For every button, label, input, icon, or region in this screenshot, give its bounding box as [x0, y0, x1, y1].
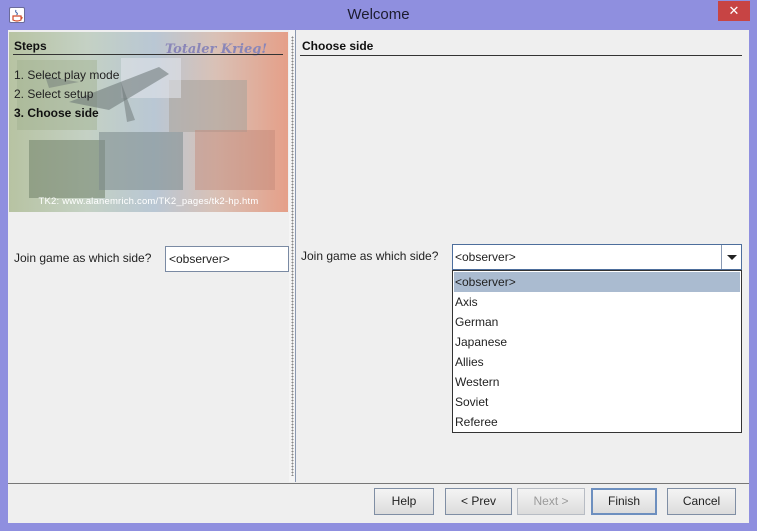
steps-divider: [13, 54, 283, 55]
side-option[interactable]: <observer>: [454, 272, 740, 292]
window-title: Welcome: [347, 6, 410, 23]
join-side-label: Join game as which side?: [301, 249, 439, 263]
side-option[interactable]: Japanese: [454, 332, 740, 352]
side-option[interactable]: Western: [454, 372, 740, 392]
dialog-window: Welcome ✕ Steps Totaler Krieg! 1. Select…: [0, 0, 757, 531]
side-option[interactable]: Referee: [454, 412, 740, 432]
side-dropdown-list[interactable]: <observer> Axis German Japanese Allies W…: [452, 270, 742, 433]
banner-caption: TK2: www.alanemrich.com/TK2_pages/tk2-hp…: [38, 196, 259, 207]
side-option[interactable]: Axis: [454, 292, 740, 312]
step-select-play-mode: 1. Select play mode: [14, 68, 120, 82]
help-button[interactable]: Help: [374, 488, 434, 515]
choose-side-divider: [300, 55, 742, 56]
side-option[interactable]: German: [454, 312, 740, 332]
title-bar[interactable]: Welcome ✕: [0, 0, 757, 30]
next-button[interactable]: Next >: [517, 488, 585, 515]
steps-title: Steps: [14, 39, 47, 53]
panel-splitter[interactable]: [289, 30, 296, 482]
chevron-down-icon[interactable]: [721, 245, 741, 269]
step-select-setup: 2. Select setup: [14, 87, 94, 101]
finish-button[interactable]: Finish: [591, 488, 657, 515]
choose-side-title: Choose side: [302, 39, 374, 53]
steps-panel: Steps Totaler Krieg! 1. Select play mode…: [9, 32, 289, 482]
side-combobox[interactable]: <observer>: [452, 244, 742, 270]
step-choose-side: 3. Choose side: [14, 106, 99, 120]
steps-banner-image: Steps Totaler Krieg! 1. Select play mode…: [9, 32, 288, 212]
side-combobox-value: <observer>: [455, 250, 516, 264]
left-join-side-label: Join game as which side?: [14, 251, 152, 265]
dialog-content: Steps Totaler Krieg! 1. Select play mode…: [8, 30, 749, 523]
prev-button[interactable]: < Prev: [445, 488, 512, 515]
close-button[interactable]: ✕: [718, 1, 750, 21]
side-option[interactable]: Allies: [454, 352, 740, 372]
left-side-combobox[interactable]: <observer>: [165, 246, 289, 272]
side-option[interactable]: Soviet: [454, 392, 740, 412]
button-bar-divider: [8, 483, 749, 484]
splitter-grip: [291, 36, 294, 476]
cancel-button[interactable]: Cancel: [667, 488, 736, 515]
